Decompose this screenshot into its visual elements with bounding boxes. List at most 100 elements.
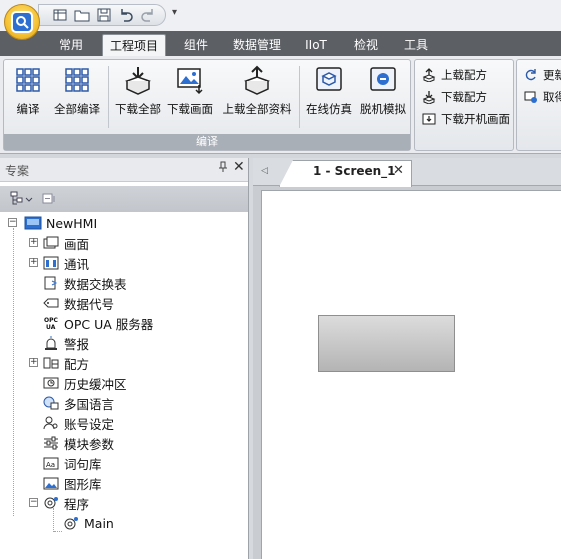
- close-icon[interactable]: ✕: [233, 159, 245, 175]
- download-all-button[interactable]: 下载全部: [114, 64, 162, 122]
- separator: [108, 66, 109, 128]
- online-simulation-icon: [313, 64, 345, 96]
- get-button[interactable]: 取得: [523, 88, 561, 106]
- download-startup-screen-label: 下载开机画面: [441, 112, 510, 126]
- application-menu-button[interactable]: [4, 4, 40, 40]
- tab-close-icon[interactable]: ✕: [393, 163, 404, 178]
- tree-item-root[interactable]: − NewHMI: [8, 213, 97, 233]
- tab-common[interactable]: 常用: [46, 34, 96, 56]
- upload-all-icon: [241, 64, 273, 96]
- recipe-group: 上载配方 下载配方 下载开机画面: [414, 59, 514, 151]
- expand-icon[interactable]: +: [29, 238, 38, 247]
- download-startup-screen-button[interactable]: 下载开机画面: [421, 110, 510, 128]
- tree-item-main[interactable]: Main: [62, 513, 114, 533]
- tree-item-communication[interactable]: + 通讯: [28, 253, 89, 273]
- offline-simulation-button[interactable]: 脱机模拟: [358, 64, 408, 122]
- compile-all-label: 全部编译: [54, 102, 100, 116]
- ribbon: 编译 全部编译 下载全部 下载画面 上载全部资料 在线仿真 脱机模拟 编译 上载…: [0, 56, 561, 154]
- tree-item-label: 账号设定: [64, 416, 115, 432]
- text-library-icon: Aa: [42, 455, 60, 471]
- expand-icon[interactable]: +: [29, 258, 38, 267]
- new-project-icon[interactable]: [51, 6, 69, 24]
- tree-item-label: 历史缓冲区: [64, 376, 127, 392]
- screen-canvas[interactable]: [261, 190, 561, 559]
- document-tab-bar: ◁ 1 - Screen_1 ✕: [253, 158, 561, 187]
- tab-scroll-left-icon[interactable]: ◁: [261, 166, 268, 176]
- tree-item-program[interactable]: − 程序: [28, 493, 89, 513]
- upload-recipe-label: 上载配方: [441, 68, 487, 82]
- macro-icon: [62, 515, 80, 531]
- tab-project[interactable]: 工程项目: [102, 34, 166, 56]
- tree-item-tags[interactable]: 数据代号: [42, 293, 114, 313]
- upload-all-button[interactable]: 上载全部资料: [220, 64, 294, 122]
- tree-guide-line: [54, 531, 62, 532]
- get-label: 取得: [543, 90, 561, 104]
- tree-item-history-buffer[interactable]: 历史缓冲区: [42, 373, 127, 393]
- tree-item-opc-ua[interactable]: OPC UA OPC UA 服务器: [42, 313, 153, 333]
- collapse-icon[interactable]: −: [29, 498, 38, 507]
- graphics-library-icon: [42, 475, 60, 491]
- upload-recipe-button[interactable]: 上载配方: [421, 66, 487, 84]
- tree-item-graphics-library[interactable]: 图形库: [42, 473, 102, 493]
- pin-icon[interactable]: [218, 161, 228, 176]
- collapse-all-icon[interactable]: [42, 191, 60, 210]
- tree-item-label: 配方: [64, 356, 90, 372]
- online-simulation-label: 在线仿真: [306, 102, 352, 116]
- tree-item-alarm[interactable]: 警报: [42, 333, 89, 353]
- undo-icon[interactable]: [117, 6, 135, 24]
- tab-data-management[interactable]: 数据管理: [226, 34, 288, 56]
- multilanguage-icon: [42, 395, 60, 411]
- download-all-label: 下载全部: [115, 102, 161, 116]
- tree-view-icon[interactable]: [10, 191, 34, 210]
- tree-item-label: 模块参数: [64, 436, 115, 452]
- module-params-icon: [42, 435, 60, 451]
- open-folder-icon[interactable]: [73, 6, 91, 24]
- tree-item-label: 通讯: [64, 256, 90, 272]
- download-screen-label: 下载画面: [167, 102, 213, 116]
- tab-tools[interactable]: 工具: [394, 34, 438, 56]
- expand-icon[interactable]: +: [29, 358, 38, 367]
- tree-item-label: Main: [84, 515, 114, 531]
- tree-item-label: 警报: [64, 336, 90, 352]
- tree-item-account[interactable]: 账号设定: [42, 413, 114, 433]
- hmi-button-object[interactable]: [318, 315, 455, 372]
- tree-item-label: 图形库: [64, 476, 102, 492]
- online-simulation-button[interactable]: 在线仿真: [304, 64, 354, 122]
- redo-icon[interactable]: [139, 6, 157, 24]
- compile-button[interactable]: 编译: [10, 64, 46, 122]
- screen-icon: [42, 235, 60, 251]
- tree-item-data-exchange[interactable]: 数据交换表: [42, 273, 127, 293]
- tree-item-screen[interactable]: + 画面: [28, 233, 89, 253]
- tag-icon: [42, 295, 60, 311]
- download-recipe-button[interactable]: 下载配方: [421, 88, 487, 106]
- project-panel-toolbar: [0, 186, 248, 212]
- tree-item-text-library[interactable]: Aa 词句库: [42, 453, 102, 473]
- tab-iiot[interactable]: IIoT: [296, 34, 336, 56]
- customize-dropdown-icon[interactable]: ▾: [172, 7, 177, 18]
- program-icon: [42, 495, 60, 511]
- ribbon-tab-bar: 常用 工程项目 组件 数据管理 IIoT 检视 工具: [0, 31, 561, 56]
- tree-item-module-params[interactable]: 模块参数: [42, 433, 114, 453]
- tree-item-multilanguage[interactable]: 多国语言: [42, 393, 114, 413]
- save-icon[interactable]: [95, 6, 113, 24]
- tab-components[interactable]: 组件: [174, 34, 218, 56]
- alarm-icon: [42, 335, 60, 351]
- update-button[interactable]: 更新: [523, 66, 561, 84]
- compile-group: 编译 全部编译 下载全部 下载画面 上载全部资料 在线仿真 脱机模拟 编译: [3, 59, 411, 151]
- download-screen-button[interactable]: 下载画面: [166, 64, 214, 122]
- tab-screen-1-label[interactable]: 1 - Screen_1: [313, 164, 396, 178]
- tree-item-label: 多国语言: [64, 396, 115, 412]
- quick-access-icons: [38, 4, 166, 26]
- app-logo-icon: [11, 11, 33, 33]
- opc-ua-icon: OPC UA: [42, 315, 60, 331]
- tab-view[interactable]: 检视: [344, 34, 388, 56]
- document-area: ◁ 1 - Screen_1 ✕: [253, 158, 561, 559]
- history-buffer-icon: [42, 375, 60, 391]
- compile-all-button[interactable]: 全部编译: [51, 64, 103, 122]
- collapse-icon[interactable]: −: [8, 218, 17, 227]
- tree-item-recipe[interactable]: + 配方: [28, 353, 89, 373]
- recipe-icon: [42, 355, 60, 371]
- communication-icon: [42, 255, 60, 271]
- download-screen-icon: [174, 64, 206, 96]
- tree-root-label: NewHMI: [46, 215, 98, 231]
